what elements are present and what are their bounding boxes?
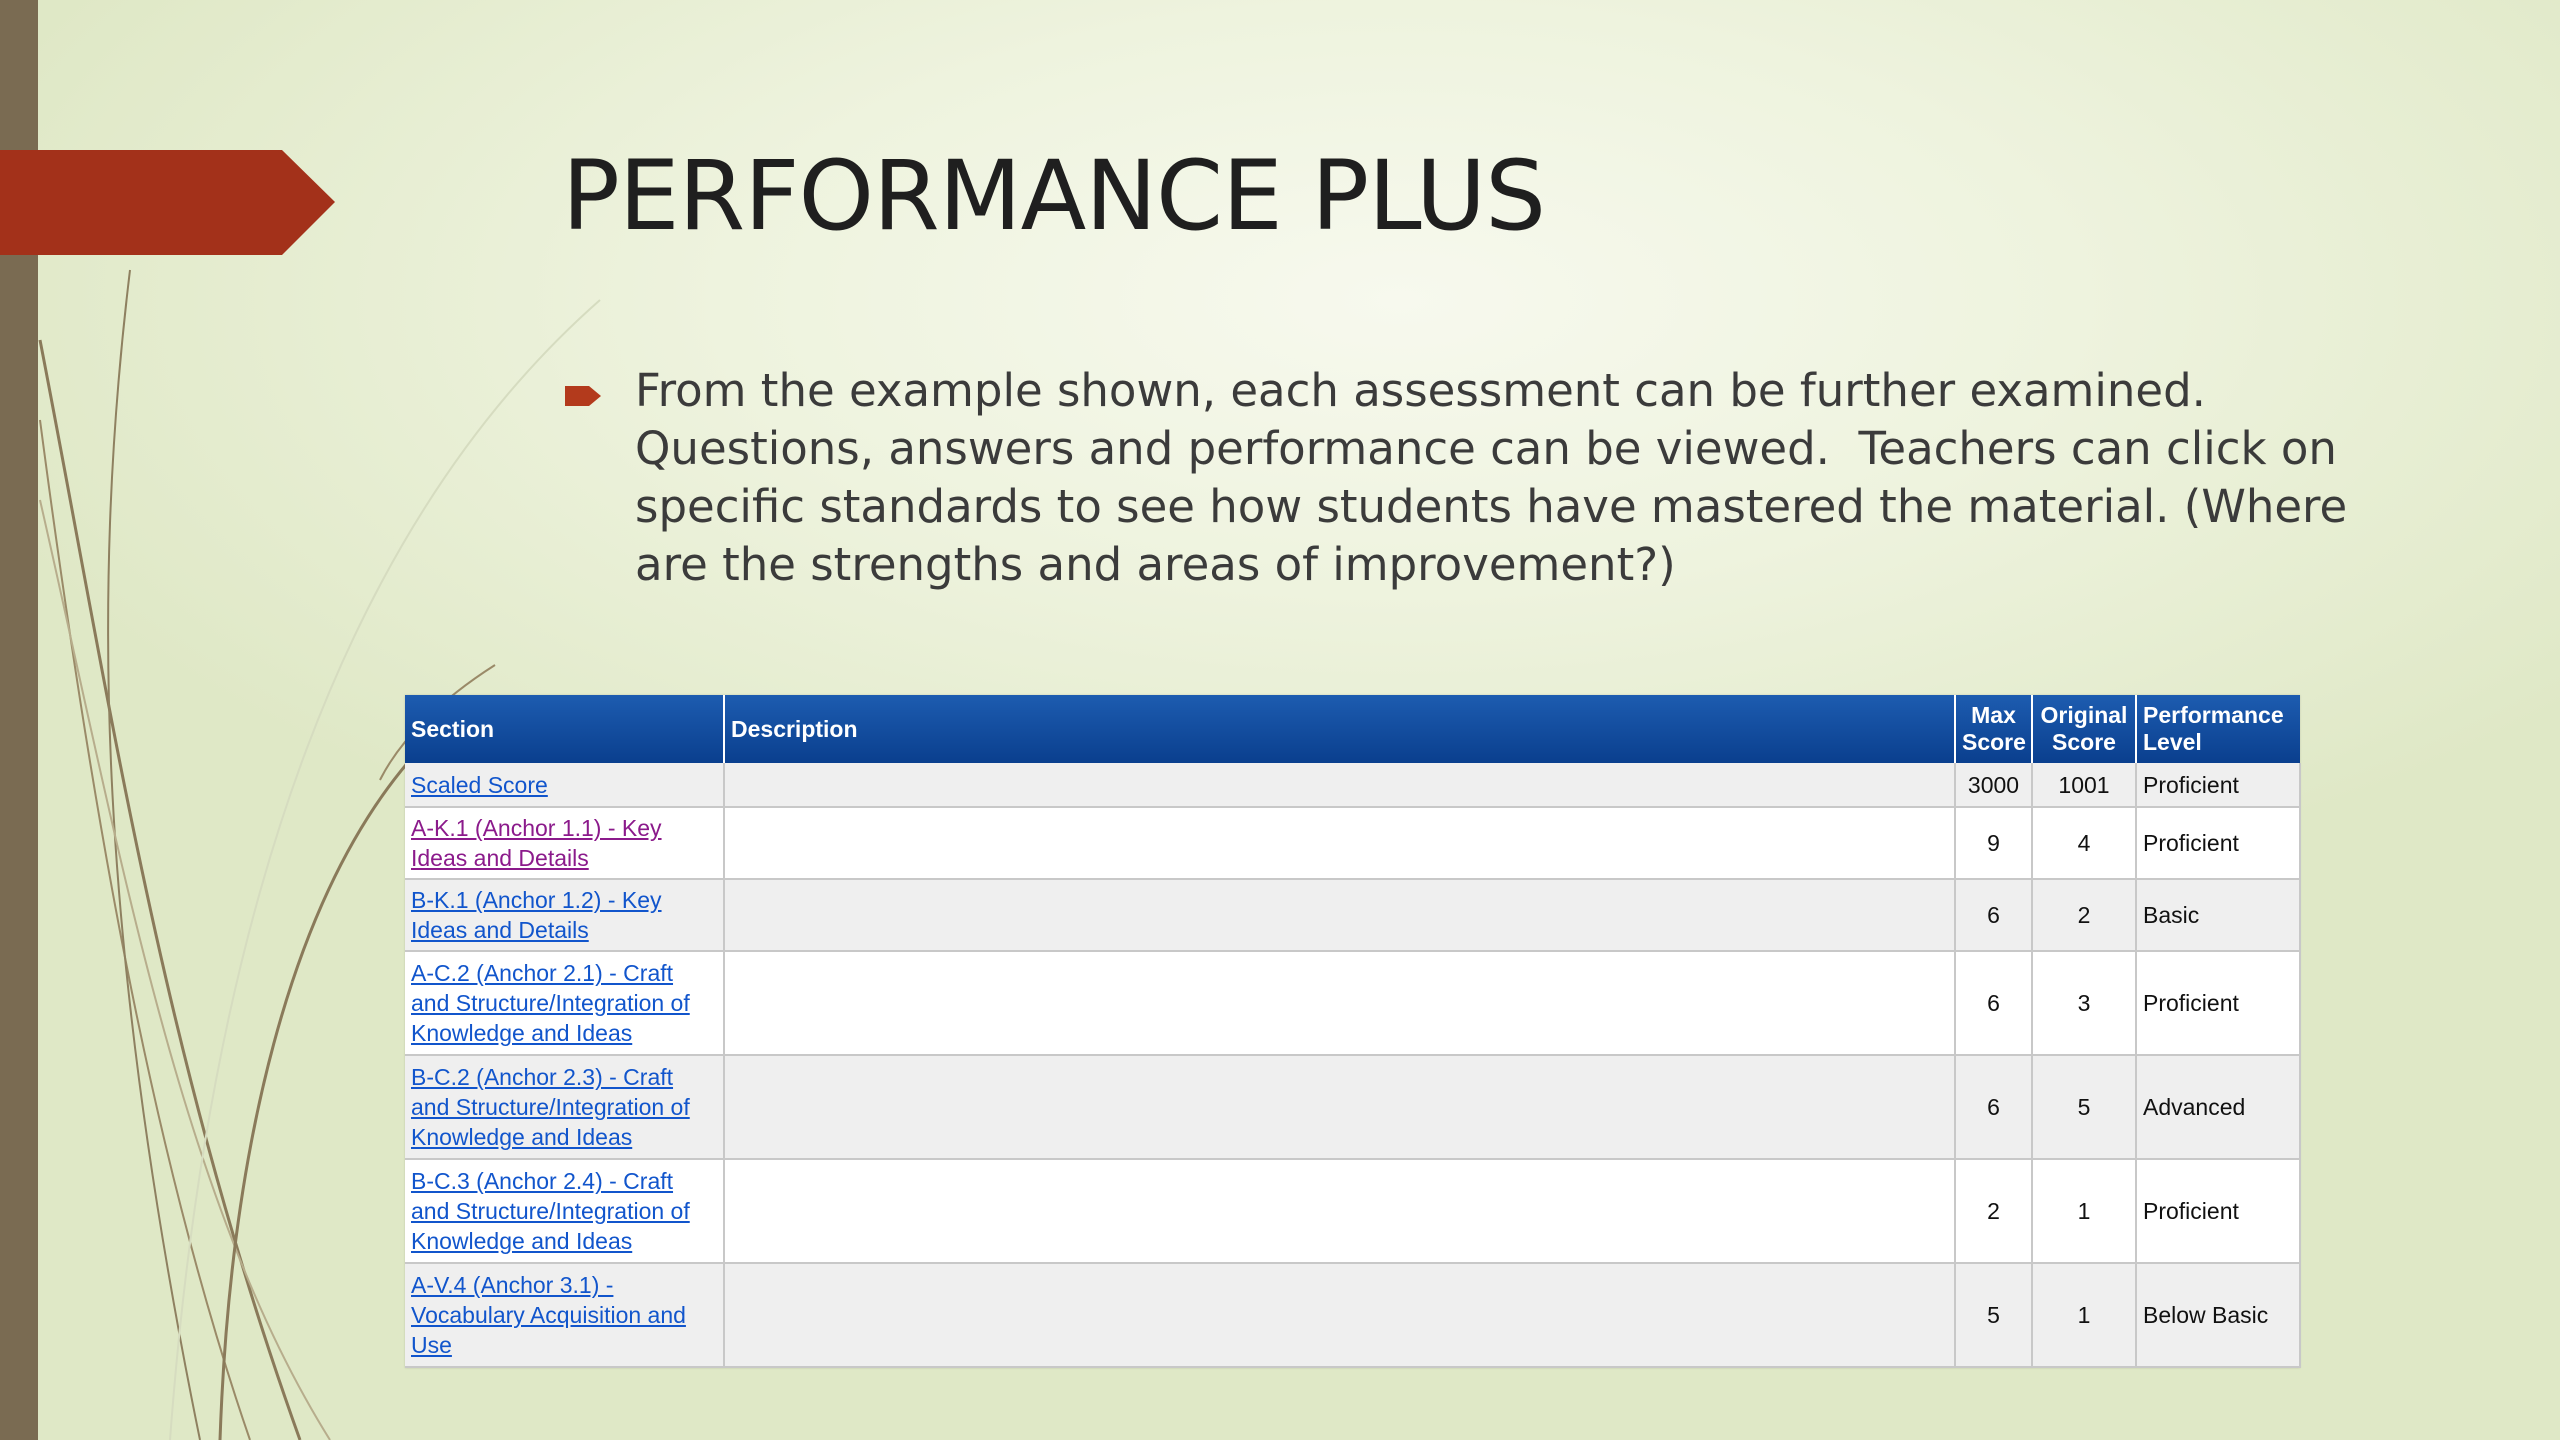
original-score-cell: 4: [2032, 807, 2137, 880]
bullet-text: From the example shown, each assessment …: [635, 364, 2362, 591]
header-max-score: Max Score: [1955, 695, 2033, 763]
table-header-row: Section Description Max Score Original S…: [405, 695, 2300, 763]
table-row: Scaled Score 3000 1001 Proficient: [405, 763, 2301, 808]
header-performance-level: Performance Level: [2136, 695, 2300, 763]
section-link[interactable]: B-C.2 (Anchor 2.3) - Craft and Structure…: [411, 1064, 690, 1150]
header-section: Section: [405, 695, 725, 763]
max-score-cell: 3000: [1955, 763, 2033, 808]
section-link[interactable]: A-V.4 (Anchor 3.1) - Vocabulary Acquisit…: [411, 1272, 686, 1358]
description-cell: [724, 763, 1956, 808]
table-row: A-C.2 (Anchor 2.1) - Craft and Structure…: [405, 951, 2301, 1056]
swoosh-line: [107, 269, 201, 1440]
performance-level-cell: Basic: [2136, 879, 2301, 952]
max-score-cell: 6: [1955, 951, 2033, 1056]
performance-table-container: Section Description Max Score Original S…: [405, 695, 2301, 1368]
table-row: A-V.4 (Anchor 3.1) - Vocabulary Acquisit…: [405, 1263, 2301, 1368]
original-score-cell: 1: [2032, 1159, 2137, 1264]
description-cell: [724, 951, 1956, 1056]
table-row: B-C.3 (Anchor 2.4) - Craft and Structure…: [405, 1159, 2301, 1264]
performance-table: Section Description Max Score Original S…: [405, 695, 2301, 1368]
max-score-cell: 5: [1955, 1263, 2033, 1368]
original-score-cell: 3: [2032, 951, 2137, 1056]
max-score-cell: 6: [1955, 879, 2033, 952]
max-score-cell: 6: [1955, 1055, 2033, 1160]
description-cell: [724, 1055, 1956, 1160]
original-score-cell: 1001: [2032, 763, 2137, 808]
title-flag-shape: [0, 150, 335, 255]
section-link[interactable]: B-K.1 (Anchor 1.2) - Key Ideas and Detai…: [411, 887, 662, 943]
section-link[interactable]: B-C.3 (Anchor 2.4) - Craft and Structure…: [411, 1168, 690, 1254]
original-score-cell: 1: [2032, 1263, 2137, 1368]
swoosh-line: [39, 419, 251, 1440]
section-link[interactable]: A-K.1 (Anchor 1.1) - Key Ideas and Detai…: [411, 815, 662, 871]
table-row: B-C.2 (Anchor 2.3) - Craft and Structure…: [405, 1055, 2301, 1160]
max-score-cell: 9: [1955, 807, 2033, 880]
performance-level-cell: Proficient: [2136, 1159, 2301, 1264]
page-title: PERFORMANCE PLUS: [562, 140, 1546, 252]
performance-level-cell: Proficient: [2136, 951, 2301, 1056]
header-description: Description: [724, 695, 1956, 763]
bullet-arrow-icon: [565, 386, 601, 406]
performance-level-cell: Proficient: [2136, 807, 2301, 880]
original-score-cell: 2: [2032, 879, 2137, 952]
table-row: A-K.1 (Anchor 1.1) - Key Ideas and Detai…: [405, 807, 2301, 880]
table-row: B-K.1 (Anchor 1.2) - Key Ideas and Detai…: [405, 879, 2301, 952]
section-link[interactable]: A-C.2 (Anchor 2.1) - Craft and Structure…: [411, 960, 690, 1046]
header-original-score: Original Score: [2032, 695, 2137, 763]
description-cell: [724, 879, 1956, 952]
section-link[interactable]: Scaled Score: [411, 772, 548, 798]
performance-level-cell: Advanced: [2136, 1055, 2301, 1160]
swoosh-line: [39, 499, 331, 1440]
max-score-cell: 2: [1955, 1159, 2033, 1264]
performance-level-cell: Below Basic: [2136, 1263, 2301, 1368]
description-cell: [724, 1263, 1956, 1368]
description-cell: [724, 1159, 1956, 1264]
description-cell: [724, 807, 1956, 880]
swoosh-line: [218, 759, 412, 1440]
performance-level-cell: Proficient: [2136, 763, 2301, 808]
original-score-cell: 5: [2032, 1055, 2137, 1160]
